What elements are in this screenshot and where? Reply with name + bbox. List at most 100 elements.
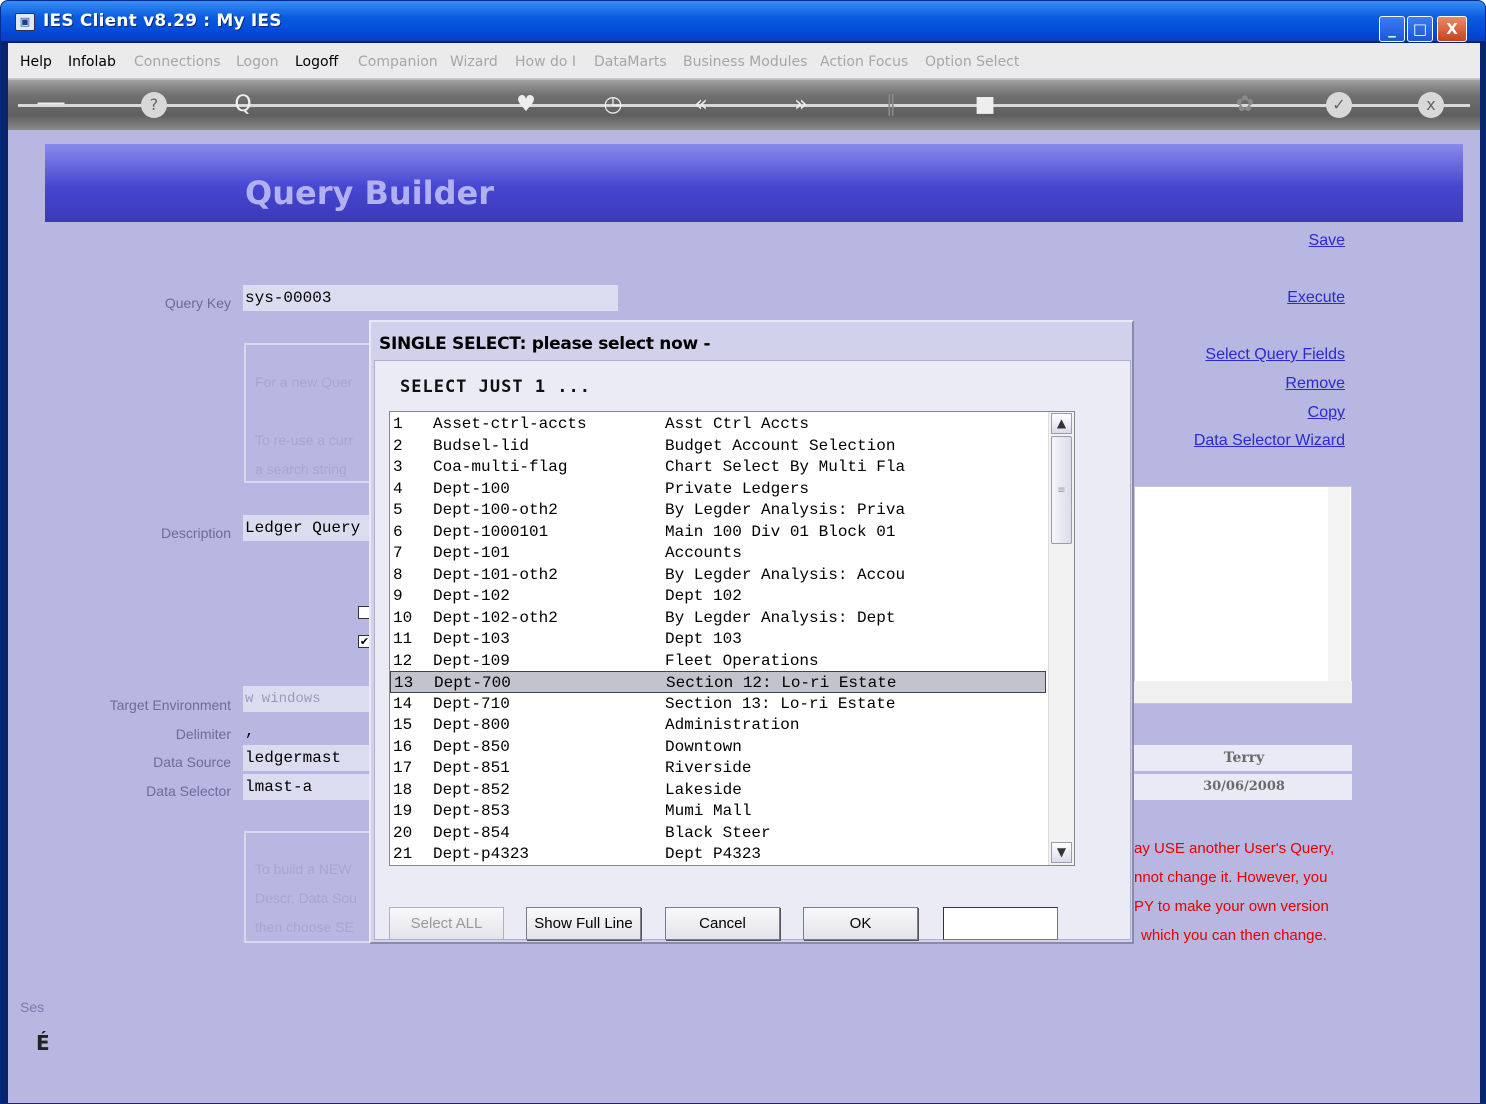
notes-scrollbar[interactable] — [1328, 487, 1350, 703]
notes-hscrollbar[interactable] — [1132, 681, 1352, 703]
list-item-key: Dept-854 — [433, 823, 510, 842]
menu-item-logon[interactable]: Logon — [236, 54, 278, 70]
target-environment-field[interactable]: w windows — [243, 686, 373, 712]
check-icon[interactable]: ✓ — [1326, 92, 1352, 118]
description-field[interactable]: Ledger Query — [243, 515, 373, 541]
window-title: IES Client v8.29 : My IES — [43, 11, 282, 31]
close-icon[interactable]: x — [1418, 92, 1444, 118]
show-full-line-button[interactable]: Show Full Line — [526, 907, 641, 940]
target-environment-label: Target Environment — [109, 697, 231, 713]
menu-item-how-do-i[interactable]: How do I — [515, 54, 576, 70]
menu-item-logoff[interactable]: Logoff — [295, 54, 338, 70]
list-item[interactable]: 6 Dept-1000101 Main 100 Div 01 Block 01 — [390, 521, 1046, 543]
key-icon[interactable]: ── — [36, 90, 66, 120]
menu-item-infolab[interactable]: Infolab — [68, 54, 116, 70]
query-key-field[interactable]: sys-00003 — [243, 285, 618, 311]
list-item[interactable]: 14 Dept-710 Section 13: Lo-ri Estate — [390, 693, 1046, 715]
data-selector-wizard-link[interactable]: Data Selector Wizard — [1194, 432, 1345, 450]
list-item-description: Asst Ctrl Accts — [665, 415, 810, 433]
scroll-up-icon[interactable]: ▲ — [1051, 413, 1072, 434]
list-item-number: 21 — [393, 845, 413, 863]
back-icon[interactable]: « — [686, 90, 716, 120]
status-glyph: É — [36, 1031, 50, 1055]
list-item[interactable]: 9 Dept-102 Dept 102 — [390, 585, 1046, 607]
selection-list[interactable]: 1 Asset-ctrl-accts Asst Ctrl Accts 2 Budsel-… — [389, 411, 1075, 866]
menu-item-help[interactable]: Help — [20, 54, 52, 70]
menu-item-business-modules[interactable]: Business Modules — [683, 54, 807, 70]
menu-item-datamarts[interactable]: DataMarts — [594, 54, 667, 70]
ok-button[interactable]: OK — [803, 907, 918, 940]
list-item[interactable]: 1 Asset-ctrl-accts Asst Ctrl Accts — [390, 413, 1046, 435]
list-item[interactable]: 17 Dept-851 Riverside — [390, 757, 1046, 779]
delimiter-field[interactable]: , — [243, 718, 373, 744]
list-item[interactable]: 21 Dept-p4323 Dept P4323 — [390, 843, 1046, 865]
menu-item-option-select[interactable]: Option Select — [925, 54, 1019, 70]
dialog-prompt: SELECT JUST 1 ... — [400, 377, 591, 397]
list-item-key: Dept-853 — [433, 802, 510, 820]
remove-link[interactable]: Remove — [1285, 375, 1345, 393]
query-key-label: Query Key — [164, 295, 231, 311]
cancel-button[interactable]: Cancel — [665, 907, 780, 940]
list-item-description: Dept P4323 — [665, 845, 762, 863]
list-item-key: Dept-109 — [433, 651, 510, 670]
list-item-number: 19 — [393, 802, 413, 820]
list-item-key: Dept-102-oth2 — [433, 608, 558, 627]
forward-icon[interactable]: » — [786, 90, 816, 120]
list-item-description: Accounts — [665, 544, 742, 562]
notice-line-2: nnot change it. However, you — [1134, 869, 1328, 886]
notes-text-area[interactable] — [1134, 486, 1352, 704]
tools-icon[interactable]: ✿ — [1230, 90, 1260, 120]
list-item[interactable]: 16 Dept-850 Downtown — [390, 736, 1046, 758]
tree-icon[interactable]: ∥ — [876, 90, 906, 120]
help-icon[interactable]: ? — [141, 92, 167, 118]
menu-item-wizard[interactable]: Wizard — [450, 54, 498, 70]
delimiter-label: Delimiter — [175, 726, 231, 742]
list-item[interactable]: 4 Dept-100 Private Ledgers — [390, 478, 1046, 500]
clock-icon[interactable]: ◷ — [598, 90, 628, 120]
select-all-button[interactable]: Select ALL — [389, 907, 504, 940]
list-item[interactable]: 7 Dept-101 Accounts — [390, 542, 1046, 564]
data-source-field[interactable]: ledgermast — [243, 745, 373, 771]
hint-text-2: To re-use a curr — [255, 432, 354, 448]
scroll-down-icon[interactable]: ▼ — [1051, 842, 1072, 863]
list-item[interactable]: 13 Dept-700 Section 12: Lo-ri Estate — [390, 671, 1046, 693]
selection-input[interactable] — [943, 907, 1058, 940]
list-scrollbar[interactable]: ▲ ≡ ▼ — [1048, 412, 1074, 865]
list-item[interactable]: 12 Dept-109 Fleet Operations — [390, 650, 1046, 672]
execute-link[interactable]: Execute — [1287, 289, 1345, 307]
scroll-thumb[interactable]: ≡ — [1051, 436, 1072, 544]
stop-icon[interactable]: ■ — [970, 90, 1000, 120]
list-item[interactable]: 10 Dept-102-oth2 By Legder Analysis: Dept — [390, 607, 1046, 629]
list-item[interactable]: 2 Budsel-lid Budget Account Selection — [390, 435, 1046, 457]
list-item[interactable]: 18 Dept-852 Lakeside — [390, 779, 1046, 801]
close-window-button[interactable]: X — [1437, 16, 1467, 42]
list-item[interactable]: 19 Dept-853 Mumi Mall — [390, 800, 1046, 822]
maximize-button[interactable]: □ — [1407, 16, 1433, 42]
list-item[interactable]: 5 Dept-100-oth2 By Legder Analysis: Priva — [390, 499, 1046, 521]
list-item[interactable]: 8 Dept-101-oth2 By Legder Analysis: Accou — [390, 564, 1046, 586]
copy-link[interactable]: Copy — [1308, 404, 1345, 422]
list-item[interactable]: 15 Dept-800 Administration — [390, 714, 1046, 736]
menu-item-companion[interactable]: Companion — [358, 54, 438, 70]
notice-line-1: ay USE another User's Query, — [1134, 840, 1335, 857]
description-label: Description — [160, 525, 231, 541]
list-item[interactable]: 20 Dept-854 Black Steer — [390, 822, 1046, 844]
search-icon[interactable]: Q — [228, 90, 258, 120]
list-item-number: 20 — [393, 823, 413, 842]
list-item-description: Budget Account Selection — [665, 436, 896, 455]
data-selector-field[interactable]: lmast-a — [243, 774, 373, 800]
list-item-description: Section 13: Lo-ri Estate — [665, 694, 896, 713]
list-item[interactable]: 3 Coa-multi-flag Chart Select By Multi Fla — [390, 456, 1046, 478]
menu-item-action-focus[interactable]: Action Focus — [820, 54, 908, 70]
list-item[interactable]: 11 Dept-103 Dept 103 — [390, 628, 1046, 650]
save-link[interactable]: Save — [1309, 232, 1345, 250]
data-selector-label: Data Selector — [146, 783, 231, 799]
select-query-fields-link[interactable]: Select Query Fields — [1205, 346, 1345, 364]
dialog-title: SINGLE SELECT: please select now - — [379, 334, 711, 354]
heart-icon[interactable]: ♥ — [511, 90, 541, 120]
menu-item-connections[interactable]: Connections — [134, 54, 221, 70]
list-item-key: Dept-800 — [433, 716, 510, 734]
title-bar[interactable]: ▣ IES Client v8.29 : My IES _ □ X — [1, 1, 1485, 42]
list-item-key: Dept-100 — [433, 479, 510, 498]
minimize-button[interactable]: _ — [1379, 16, 1405, 42]
